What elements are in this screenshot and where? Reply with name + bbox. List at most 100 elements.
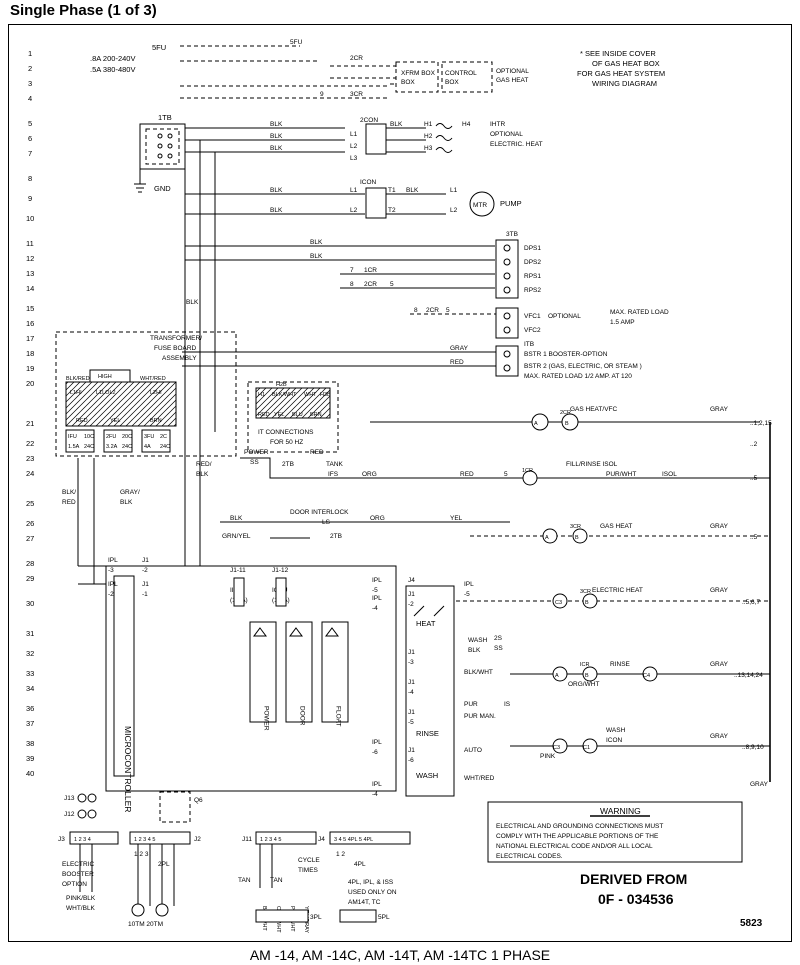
svg-text:ELECTRICAL CODES.: ELECTRICAL CODES. xyxy=(496,853,563,860)
svg-text:..2: ..2 xyxy=(750,441,758,448)
svg-text:3FU: 3FU xyxy=(144,434,154,440)
svg-text:FOR 50 HZ: FOR 50 HZ xyxy=(270,439,303,446)
svg-text:-6: -6 xyxy=(408,757,414,764)
svg-text:RED: RED xyxy=(450,359,464,366)
svg-text:YEL: YEL xyxy=(450,515,463,522)
svg-text:POWER: POWER xyxy=(263,706,270,731)
svg-text:1 2 3: 1 2 3 xyxy=(134,851,149,858)
svg-text:ICON: ICON xyxy=(360,179,377,186)
svg-text:ASSEMBLY: ASSEMBLY xyxy=(162,355,197,362)
svg-text:RPS2: RPS2 xyxy=(524,287,541,294)
dps-rps: 3TB DPS1 DPS2 RPS1 RPS2 BLK BLK 71CR 82C… xyxy=(185,231,541,298)
svg-text:2S: 2S xyxy=(494,635,503,642)
svg-text:SS: SS xyxy=(494,645,503,652)
svg-text:25: 25 xyxy=(26,499,34,508)
svg-text:7: 7 xyxy=(350,267,354,274)
svg-text:J4: J4 xyxy=(318,836,325,843)
svg-text:1: 1 xyxy=(28,49,32,58)
wiring-diagram: 12 34 56 78 910 1112 1314 1516 1718 1920… xyxy=(10,26,790,940)
svg-text:RED: RED xyxy=(460,471,474,478)
svg-text:23: 23 xyxy=(26,454,34,463)
svg-text:-4: -4 xyxy=(372,791,378,798)
svg-text:H1: H1 xyxy=(258,392,265,398)
svg-text:IPL: IPL xyxy=(108,581,118,588)
svg-text:38: 38 xyxy=(26,739,34,748)
svg-text:10C: 10C xyxy=(84,434,94,440)
svg-text:J11: J11 xyxy=(242,836,252,843)
svg-text:GRN/YEL: GRN/YEL xyxy=(222,533,251,540)
svg-text:2CR: 2CR xyxy=(364,281,377,288)
svg-text:GAS HEAT: GAS HEAT xyxy=(496,77,528,84)
svg-text:8: 8 xyxy=(28,174,32,183)
svg-text:-5: -5 xyxy=(372,587,378,594)
svg-text:GAS HEAT: GAS HEAT xyxy=(600,523,632,530)
svg-text:2TB: 2TB xyxy=(282,461,294,468)
svg-text:CONTROL: CONTROL xyxy=(445,70,477,77)
svg-text:..5,6,7: ..5,6,7 xyxy=(742,599,760,606)
svg-text:* SEE INSIDE COVER: * SEE INSIDE COVER xyxy=(580,49,656,58)
svg-text:-5: -5 xyxy=(464,591,470,598)
svg-text:WASH: WASH xyxy=(606,727,626,734)
svg-text:8: 8 xyxy=(350,281,354,288)
svg-text:A: A xyxy=(555,673,559,679)
svg-text:26: 26 xyxy=(26,519,34,528)
svg-text:4A: 4A xyxy=(144,444,151,450)
svg-text:BLK: BLK xyxy=(270,121,283,128)
svg-text:VFC1: VFC1 xyxy=(524,313,541,320)
svg-text:USED ONLY ON: USED ONLY ON xyxy=(348,889,397,896)
svg-text:OF GAS HEAT BOX: OF GAS HEAT BOX xyxy=(592,59,660,68)
svg-text:ORG: ORG xyxy=(362,471,377,478)
svg-text:2CR: 2CR xyxy=(426,307,439,314)
svg-text:PUR/WHT: PUR/WHT xyxy=(606,471,636,478)
svg-text:..5: ..5 xyxy=(750,534,758,541)
svg-text:BLK: BLK xyxy=(186,299,199,306)
svg-text:BLK: BLK xyxy=(270,207,283,214)
svg-text:GRAY: GRAY xyxy=(710,733,729,740)
svg-text:5: 5 xyxy=(504,471,508,478)
svg-text:3CR: 3CR xyxy=(350,91,363,98)
svg-text:15: 15 xyxy=(26,304,34,313)
svg-text:31: 31 xyxy=(26,629,34,638)
svg-text:H3: H3 xyxy=(424,145,433,152)
svg-text:TRANSFORMER/: TRANSFORMER/ xyxy=(150,335,202,342)
svg-text:-3: -3 xyxy=(408,659,414,666)
svg-text:24C: 24C xyxy=(122,444,132,450)
svg-text:17: 17 xyxy=(26,334,34,343)
svg-text:H1: H1 xyxy=(424,121,433,128)
svg-text:..8,9,10: ..8,9,10 xyxy=(742,744,764,751)
svg-text:CYCLE: CYCLE xyxy=(298,857,320,864)
top-note: * SEE INSIDE COVER OF GAS HEAT BOX FOR G… xyxy=(577,49,665,88)
svg-text:BLK: BLK xyxy=(468,647,481,654)
svg-text:COMPLY WITH THE APPLICABLE POR: COMPLY WITH THE APPLICABLE PORTIONS OF T… xyxy=(496,833,659,840)
svg-text:BLK/WHT: BLK/WHT xyxy=(464,669,493,676)
svg-text:BLK/: BLK/ xyxy=(62,489,76,496)
svg-text:RINSE: RINSE xyxy=(416,729,439,738)
svg-text:IPL: IPL xyxy=(108,557,118,564)
svg-text:-2: -2 xyxy=(142,567,148,574)
svg-text:DPS1: DPS1 xyxy=(524,245,541,252)
svg-text:2TB: 2TB xyxy=(330,533,342,540)
svg-text:J1: J1 xyxy=(408,709,415,716)
svg-text:..1,2,15: ..1,2,15 xyxy=(750,420,772,427)
svg-text:WHT/BLK: WHT/BLK xyxy=(66,905,96,912)
svg-text:DOOR INTERLOCK: DOOR INTERLOCK xyxy=(290,509,349,516)
svg-text:BLK: BLK xyxy=(230,515,243,522)
svg-text:..5: ..5 xyxy=(750,475,758,482)
svg-text:ISOL: ISOL xyxy=(662,471,677,478)
page-title: Single Phase (1 of 3) xyxy=(10,2,157,19)
svg-text:2: 2 xyxy=(28,64,32,73)
svg-text:WASH: WASH xyxy=(468,637,488,644)
svg-text:24C: 24C xyxy=(160,444,170,450)
svg-text:DPS2: DPS2 xyxy=(524,259,541,266)
microcontroller-label: MICROCONTROLLER xyxy=(123,726,133,812)
svg-text:30: 30 xyxy=(26,599,34,608)
svg-text:ICR: ICR xyxy=(580,662,590,668)
svg-text:C3: C3 xyxy=(553,745,560,751)
svg-text:-2: -2 xyxy=(108,591,114,598)
svg-text:20C: 20C xyxy=(122,434,132,440)
svg-text:A: A xyxy=(545,535,549,541)
svg-text:5PL: 5PL xyxy=(378,914,390,921)
svg-text:HEAT: HEAT xyxy=(416,619,436,628)
svg-text:WHT: WHT xyxy=(304,392,317,398)
svg-text:4PL: 4PL xyxy=(354,861,366,868)
